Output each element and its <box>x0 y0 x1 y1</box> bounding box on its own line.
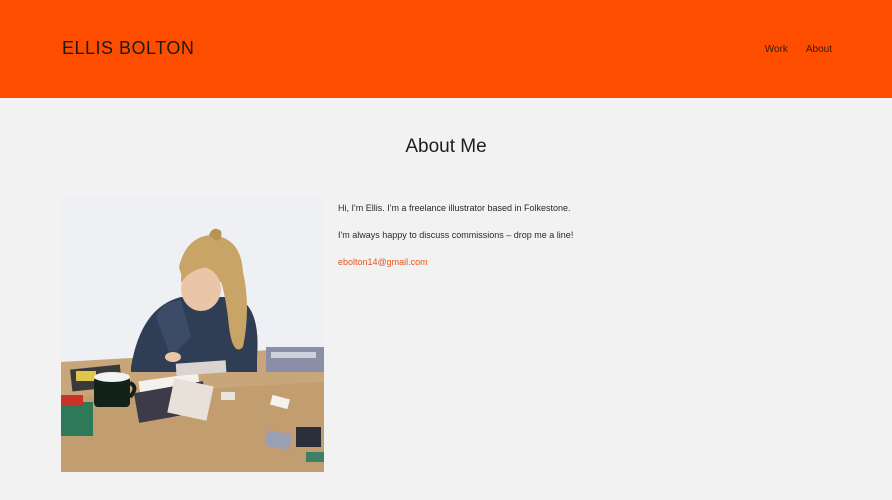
main-nav: Work About <box>765 44 832 55</box>
portrait-photo <box>61 197 324 472</box>
nav-link-work[interactable]: Work <box>765 44 788 55</box>
bio-commissions: I'm always happy to discuss commissions … <box>338 230 574 240</box>
nav-link-about[interactable]: About <box>806 44 832 55</box>
bio-intro: Hi, I'm Ellis. I'm a freelance illustrat… <box>338 203 571 213</box>
site-brand-link[interactable]: ELLIS BOLTON <box>62 38 194 59</box>
bio-section: Hi, I'm Ellis. I'm a freelance illustrat… <box>338 203 818 268</box>
page-title: About Me <box>405 136 487 157</box>
site-header: ELLIS BOLTON Work About <box>0 0 892 98</box>
portrait-illustration <box>61 197 324 472</box>
email-link[interactable]: ebolton14@gmail.com <box>338 257 818 268</box>
